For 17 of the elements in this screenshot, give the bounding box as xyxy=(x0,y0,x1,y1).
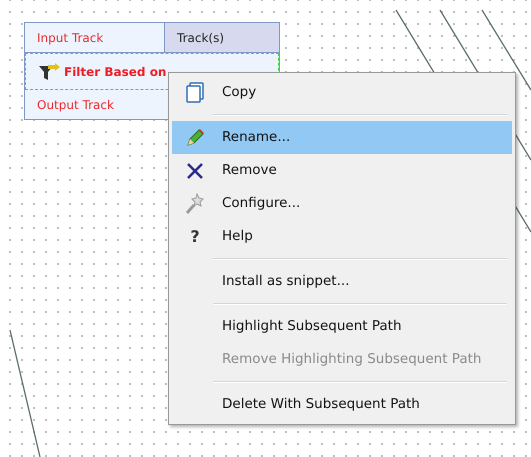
menu-item[interactable]: Install as snippet... xyxy=(172,265,512,298)
menu-item[interactable]: Configure... xyxy=(172,187,512,220)
remove-icon xyxy=(186,162,204,180)
input-port-label: Input Track xyxy=(36,30,104,46)
node-title: Filter Based on xyxy=(64,64,166,80)
output-port-label: Output Track xyxy=(37,96,114,114)
funnel-icon xyxy=(38,62,60,80)
input-type-label: Track(s) xyxy=(164,23,279,52)
help-icon: ? xyxy=(190,224,200,248)
menu-item[interactable]: Rename... xyxy=(172,121,512,154)
menu-item[interactable]: ? Help xyxy=(172,220,512,253)
menu-item[interactable]: Highlight Subsequent Path xyxy=(172,310,512,343)
wand-icon xyxy=(185,192,205,214)
menu-item[interactable]: Remove xyxy=(172,154,512,187)
pencil-icon xyxy=(185,128,205,148)
menu-item[interactable]: Delete With Subsequent Path xyxy=(172,388,512,421)
copy-icon xyxy=(185,82,205,104)
